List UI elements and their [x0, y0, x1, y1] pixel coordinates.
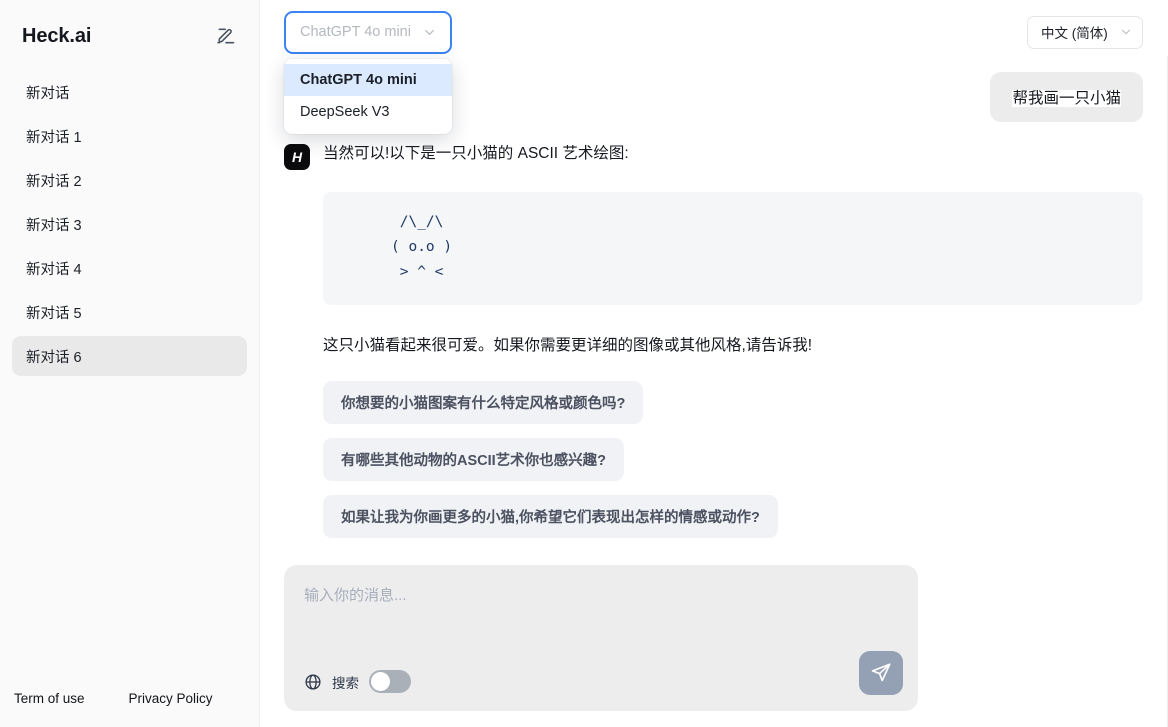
- sidebar-header: Heck.ai: [0, 0, 259, 72]
- assistant-avatar: H: [284, 144, 310, 170]
- language-select-value: 中文 (简体): [1041, 26, 1108, 41]
- suggestion-chip[interactable]: 有哪些其他动物的ASCII艺术你也感兴趣?: [323, 438, 625, 482]
- switch-knob: [371, 672, 390, 691]
- sidebar-item-conversation[interactable]: 新对话 2: [12, 160, 247, 200]
- globe-icon: [304, 673, 322, 691]
- model-option-chatgpt-4o-mini[interactable]: ChatGPT 4o mini: [284, 63, 452, 96]
- model-selector: ChatGPT 4o mini ChatGPT 4o mini DeepSeek…: [284, 10, 452, 134]
- sidebar: Heck.ai 新对话 新对话 1 新对话 2 新对话 3 新对话 4 新对话 …: [0, 0, 260, 727]
- assistant-intro-text: 当然可以!以下是一只小猫的 ASCII 艺术绘图:: [323, 145, 629, 162]
- model-option-deepseek-v3[interactable]: DeepSeek V3: [284, 96, 452, 128]
- sidebar-item-conversation[interactable]: 新对话: [12, 72, 247, 112]
- model-select-value: ChatGPT 4o mini: [300, 24, 411, 40]
- square-pen-icon[interactable]: [213, 23, 239, 49]
- web-search-switch[interactable]: [369, 670, 411, 693]
- language-select[interactable]: 中文 (简体): [1027, 15, 1143, 49]
- assistant-message-body: 当然可以!以下是一只小猫的 ASCII 艺术绘图: /\_/\ ( o.o ) …: [323, 142, 1143, 539]
- assistant-message-row: H 当然可以!以下是一只小猫的 ASCII 艺术绘图: /\_/\ ( o.o …: [284, 142, 1143, 539]
- app-root: Heck.ai 新对话 新对话 1 新对话 2 新对话 3 新对话 4 新对话 …: [0, 0, 1168, 727]
- user-message-text: 帮我画一只小猫: [1012, 90, 1121, 107]
- brand-logo: Heck.ai: [22, 24, 92, 47]
- sidebar-footer: Term of use Privacy Policy: [0, 679, 259, 727]
- message-input[interactable]: [304, 587, 898, 604]
- suggestion-list: 你想要的小猫图案有什么特定风格或颜色吗? 有哪些其他动物的ASCII艺术你也感兴…: [323, 381, 1143, 539]
- model-dropdown-menu: ChatGPT 4o mini DeepSeek V3: [284, 58, 452, 134]
- suggestion-chip[interactable]: 如果让我为你画更多的小猫,你希望它们表现出怎样的情感或动作?: [323, 495, 778, 539]
- terms-link[interactable]: Term of use: [14, 691, 85, 706]
- model-select-trigger[interactable]: ChatGPT 4o mini: [284, 10, 452, 54]
- composer-toolbar: 搜索: [304, 670, 898, 693]
- send-button[interactable]: [859, 651, 903, 695]
- web-search-toggle-group: 搜索: [304, 670, 411, 693]
- privacy-link[interactable]: Privacy Policy: [129, 691, 213, 706]
- ascii-art-code-block: /\_/\ ( o.o ) > ^ <: [323, 192, 1143, 306]
- chevron-down-icon: [422, 25, 437, 40]
- message-composer: 搜索: [284, 565, 918, 711]
- sidebar-item-conversation-active[interactable]: 新对话 6: [12, 336, 247, 376]
- composer-bottom-spacer: [284, 711, 1143, 727]
- sidebar-item-conversation[interactable]: 新对话 1: [12, 116, 247, 156]
- ascii-art-text: /\_/\ ( o.o ) > ^ <: [391, 214, 453, 281]
- user-message-bubble: 帮我画一只小猫: [990, 72, 1143, 122]
- sidebar-item-conversation[interactable]: 新对话 3: [12, 204, 247, 244]
- web-search-label: 搜索: [332, 675, 359, 691]
- chevron-down-icon: [1119, 25, 1133, 39]
- composer-wrapper: 搜索: [260, 565, 1168, 727]
- sidebar-item-conversation[interactable]: 新对话 4: [12, 248, 247, 288]
- sidebar-item-conversation[interactable]: 新对话 5: [12, 292, 247, 332]
- assistant-closing-text: 这只小猫看起来很可爱。如果你需要更详细的图像或其他风格,请告诉我!: [323, 337, 813, 355]
- top-bar: ChatGPT 4o mini ChatGPT 4o mini DeepSeek…: [260, 0, 1168, 134]
- chat-area: 帮我画一只小猫 H 当然可以!以下是一只小猫的 ASCII 艺术绘图: /\_/…: [260, 64, 1168, 565]
- main-panel: ChatGPT 4o mini ChatGPT 4o mini DeepSeek…: [260, 0, 1168, 727]
- conversation-list: 新对话 新对话 1 新对话 2 新对话 3 新对话 4 新对话 5 新对话 6: [0, 72, 259, 679]
- suggestion-chip[interactable]: 你想要的小猫图案有什么特定风格或颜色吗?: [323, 381, 644, 425]
